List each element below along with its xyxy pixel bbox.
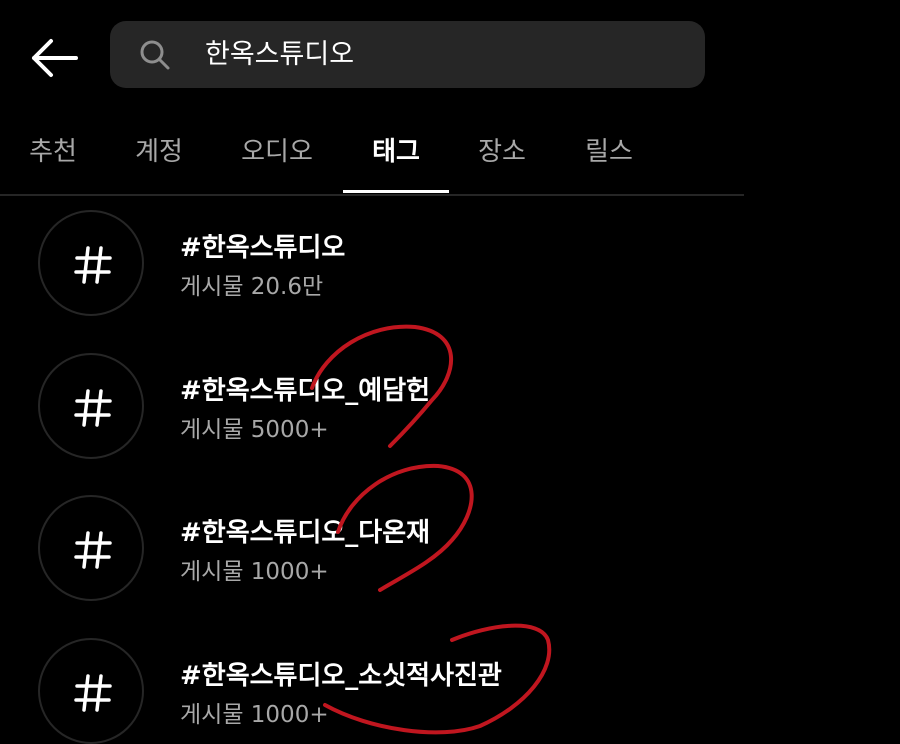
hashtag-avatar xyxy=(38,210,144,316)
tab-tags[interactable]: 태그 xyxy=(343,112,449,194)
hashtag-avatar xyxy=(38,495,144,601)
tab-accounts[interactable]: 계정 xyxy=(106,112,212,194)
tab-recommended[interactable]: 추천 xyxy=(0,112,106,194)
hashtag-result[interactable]: #한옥스튜디오_예담헌 게시물 5000+ xyxy=(0,353,900,483)
hashtag-result[interactable]: #한옥스튜디오_소싯적사진관 게시물 1000+ xyxy=(0,638,900,744)
hashtag-name: #한옥스튜디오 xyxy=(180,233,346,263)
hashtag-name: #한옥스튜디오_예담헌 xyxy=(180,376,431,406)
search-tabs: 추천 계정 오디오 태그 장소 릴스 xyxy=(0,112,744,196)
tab-reels[interactable]: 릴스 xyxy=(556,112,662,194)
hashtag-avatar xyxy=(38,353,144,459)
back-button[interactable] xyxy=(30,38,80,78)
hashtag-icon xyxy=(74,246,112,284)
search-query-text: 한옥스튜디오 xyxy=(205,39,355,70)
app-screen: 한옥스튜디오 추천 계정 오디오 태그 장소 릴스 #한옥스튜디오 게시물 20… xyxy=(0,0,900,744)
hashtag-icon xyxy=(74,389,112,427)
tab-audio[interactable]: 오디오 xyxy=(224,112,330,194)
search-icon xyxy=(140,40,170,70)
hashtag-icon xyxy=(74,531,112,569)
active-tab-indicator xyxy=(343,190,449,193)
search-input[interactable]: 한옥스튜디오 xyxy=(110,21,705,88)
hashtag-post-count: 게시물 1000+ xyxy=(180,559,329,585)
hashtag-avatar xyxy=(38,638,144,744)
hashtag-name: #한옥스튜디오_소싯적사진관 xyxy=(180,661,502,691)
arrow-left-icon xyxy=(32,39,78,77)
hashtag-result[interactable]: #한옥스튜디오 게시물 20.6만 xyxy=(0,210,900,340)
hashtag-name: #한옥스튜디오_다온재 xyxy=(180,518,431,548)
hashtag-icon xyxy=(74,674,112,712)
hashtag-post-count: 게시물 20.6만 xyxy=(180,274,324,300)
hashtag-post-count: 게시물 1000+ xyxy=(180,702,329,728)
hashtag-post-count: 게시물 5000+ xyxy=(180,417,329,443)
hashtag-result[interactable]: #한옥스튜디오_다온재 게시물 1000+ xyxy=(0,495,900,625)
tab-places[interactable]: 장소 xyxy=(449,112,555,194)
